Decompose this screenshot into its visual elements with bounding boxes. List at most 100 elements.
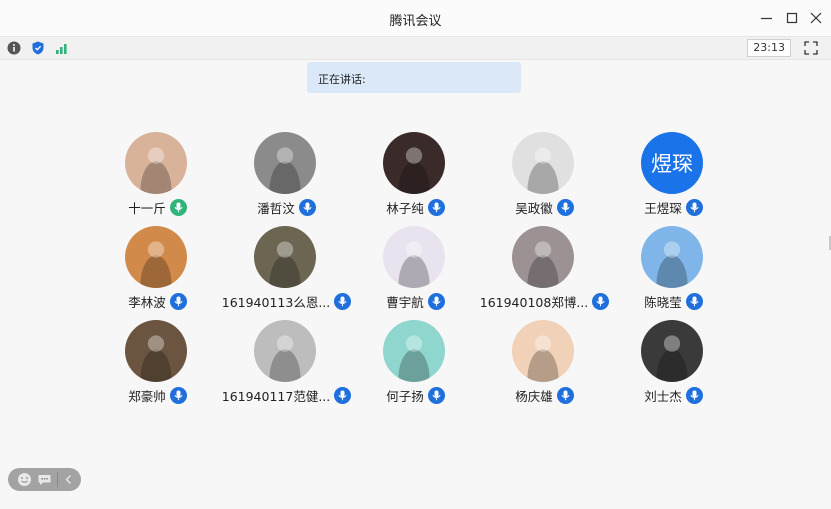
participant-name: 161940108郑博... xyxy=(479,295,589,310)
participant-tile[interactable]: 161940117范健... xyxy=(221,320,352,410)
participant-row: 李林波 161940113么恩... 曹宇航 161940108郑博... 陈晓莹 xyxy=(93,226,739,320)
participant-tile[interactable]: 杨庆雄 xyxy=(480,320,609,410)
participant-tile[interactable]: 吴政徽 xyxy=(480,132,609,222)
participant-row: 十一斤 潘哲汶 林子纯 吴政徽 煜琛 王煜琛 xyxy=(93,132,739,226)
chat-icon xyxy=(38,475,51,485)
photo-feather-icon xyxy=(125,320,187,382)
participant-tile[interactable]: 刘士杰 xyxy=(609,320,738,410)
photo-man-icon xyxy=(512,226,574,288)
close-button[interactable] xyxy=(806,8,826,28)
participant-tile[interactable]: 郑豪帅 xyxy=(93,320,222,410)
microphone-icon xyxy=(561,202,570,213)
meeting-toolbar: 23:13 xyxy=(0,36,831,60)
microphone-icon xyxy=(690,296,699,307)
participant-name-row: 郑豪帅 xyxy=(93,386,222,405)
mic-status xyxy=(556,199,574,216)
meeting-info-button[interactable] xyxy=(6,40,22,56)
maximize-button[interactable] xyxy=(782,8,802,28)
microphone-icon xyxy=(690,202,699,213)
network-status-button[interactable] xyxy=(54,40,70,56)
fullscreen-button[interactable] xyxy=(803,40,819,56)
microphone-icon xyxy=(432,390,441,401)
microphone-icon xyxy=(174,296,183,307)
avatar xyxy=(512,132,574,194)
microphone-icon xyxy=(432,296,441,307)
participant-name: 161940117范健... xyxy=(221,389,331,404)
collapse-toolbar-button[interactable] xyxy=(61,472,76,487)
smiley-icon xyxy=(18,473,31,486)
mic-status xyxy=(556,387,574,404)
participant-name-row: 陈晓莹 xyxy=(609,292,738,311)
avatar xyxy=(254,226,316,288)
participant-name-row: 何子扬 xyxy=(351,386,480,405)
mic-status xyxy=(334,293,352,310)
avatar xyxy=(125,226,187,288)
minimize-button[interactable] xyxy=(757,8,777,28)
avatar xyxy=(125,132,187,194)
participant-name-row: 161940108郑博... xyxy=(479,292,610,311)
microphone-icon xyxy=(174,390,183,401)
participant-tile[interactable]: 李林波 xyxy=(93,226,222,316)
participant-tile[interactable]: 曹宇航 xyxy=(351,226,480,316)
participant-name: 吴政徽 xyxy=(515,201,553,216)
toolbar-divider xyxy=(57,472,58,487)
participant-name: 杨庆雄 xyxy=(515,389,553,404)
participant-name-row: 曹宇航 xyxy=(351,292,480,311)
participant-tile[interactable]: 161940113么恩... xyxy=(221,226,352,316)
photo-street-icon xyxy=(254,132,316,194)
mic-status xyxy=(169,293,187,310)
participant-name-row: 王煜琛 xyxy=(609,198,738,217)
participant-name-row: 杨庆雄 xyxy=(480,386,609,405)
photo-girl-icon xyxy=(125,132,187,194)
participant-tile[interactable]: 陈晓莹 xyxy=(609,226,738,316)
participant-name-row: 十一斤 xyxy=(93,198,222,217)
participant-tile[interactable]: 潘哲汶 xyxy=(222,132,351,222)
participant-tile[interactable]: 煜琛 王煜琛 xyxy=(609,132,738,222)
participant-name: 十一斤 xyxy=(128,201,166,216)
microphone-icon xyxy=(690,390,699,401)
participant-name: 161940113么恩... xyxy=(221,295,331,310)
mic-status xyxy=(427,199,445,216)
avatar xyxy=(641,320,703,382)
microphone-icon xyxy=(338,296,347,307)
signal-icon xyxy=(56,44,67,54)
microphone-icon xyxy=(596,296,605,307)
participant-name: 何子扬 xyxy=(386,389,424,404)
participant-tile[interactable]: 十一斤 xyxy=(93,132,222,222)
photo-anime-boy-icon xyxy=(383,226,445,288)
participant-name: 郑豪帅 xyxy=(128,389,166,404)
avatar xyxy=(383,320,445,382)
maximize-icon xyxy=(786,12,798,24)
minimize-icon xyxy=(761,17,772,20)
avatar xyxy=(125,320,187,382)
participant-name: 刘士杰 xyxy=(644,389,682,404)
speaking-indicator: 正在讲话: xyxy=(307,62,521,93)
participant-tile[interactable]: 何子扬 xyxy=(351,320,480,410)
participant-tile[interactable]: 161940108郑博... xyxy=(479,226,610,316)
avatar xyxy=(383,132,445,194)
mic-status xyxy=(427,293,445,310)
participant-tile[interactable]: 林子纯 xyxy=(351,132,480,222)
avatar xyxy=(383,226,445,288)
microphone-icon xyxy=(174,202,183,213)
participant-name: 陈晓莹 xyxy=(644,295,682,310)
mic-status xyxy=(169,199,187,216)
microphone-icon xyxy=(303,202,312,213)
chat-button[interactable] xyxy=(37,472,52,487)
participant-name: 王煜琛 xyxy=(644,201,682,216)
mic-status xyxy=(685,199,703,216)
participant-name: 潘哲汶 xyxy=(257,201,295,216)
participant-name-row: 潘哲汶 xyxy=(222,198,351,217)
participant-name-row: 吴政徽 xyxy=(480,198,609,217)
security-button[interactable] xyxy=(30,40,46,56)
participant-name: 曹宇航 xyxy=(386,295,424,310)
photo-man2-icon xyxy=(641,320,703,382)
participant-name-row: 李林波 xyxy=(93,292,222,311)
reaction-button[interactable] xyxy=(17,472,32,487)
photo-anime-girl-icon xyxy=(383,320,445,382)
participant-name-row: 161940113么恩... xyxy=(221,292,352,311)
participant-name: 李林波 xyxy=(128,295,166,310)
mic-status xyxy=(334,387,352,404)
close-icon xyxy=(810,12,822,24)
photo-anime-sketch-icon xyxy=(512,132,574,194)
